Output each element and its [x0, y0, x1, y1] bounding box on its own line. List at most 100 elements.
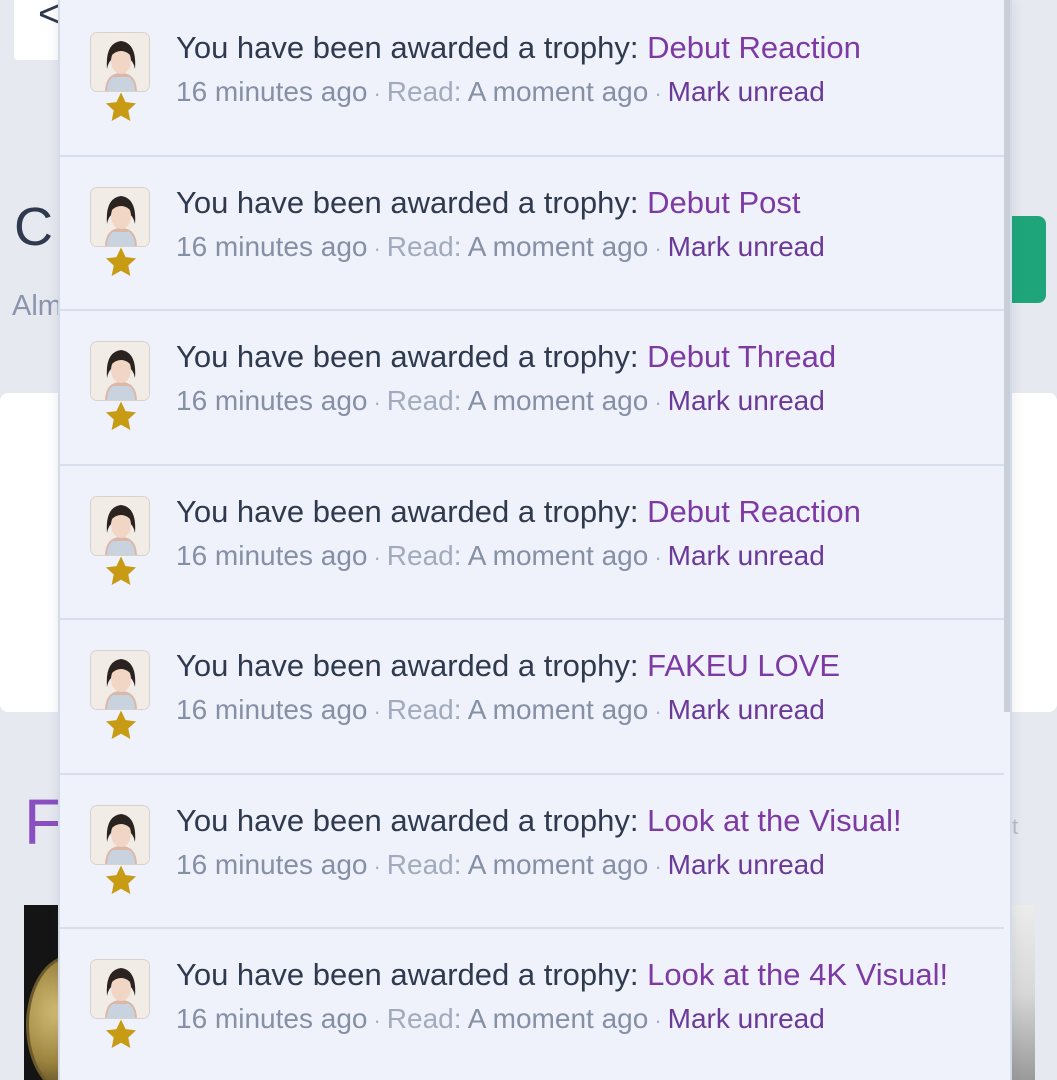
- notification-item[interactable]: You have been awarded a trophy: Look at …: [60, 775, 1004, 929]
- notification-meta: 16 minutes ago · Read: A moment ago · Mark u…: [176, 229, 825, 267]
- notification-meta: 16 minutes ago · Read: A moment ago · Mark u…: [176, 1001, 825, 1039]
- notification-time: 16 minutes ago: [176, 230, 368, 262]
- avatar-group: [90, 32, 152, 121]
- trophy-link[interactable]: Debut Thread: [647, 339, 836, 374]
- avatar-portrait-icon: [91, 33, 149, 91]
- read-time: A moment ago: [467, 385, 649, 416]
- notification-item[interactable]: You have been awarded a trophy: Debut Re…: [60, 2, 1004, 157]
- read-label: Read:: [386, 1003, 462, 1034]
- separator: ·: [654, 235, 662, 261]
- trophy-star-icon: [105, 555, 137, 585]
- trophy-link[interactable]: Debut Reaction: [647, 30, 861, 65]
- user-avatar[interactable]: [90, 804, 150, 865]
- notification-item[interactable]: You have been awarded a trophy: Debut Po…: [60, 157, 1004, 311]
- notification-list: You have been awarded a trophy: Debut Re…: [60, 2, 1004, 1080]
- notification-item[interactable]: You have been awarded a trophy: FAKEU LO…: [60, 620, 1004, 775]
- mark-unread-link[interactable]: Mark unread: [668, 694, 825, 725]
- notification-text: You have been awarded a trophy: FAKEU LO…: [176, 648, 840, 684]
- mark-unread-link[interactable]: Mark unread: [668, 849, 825, 880]
- avatar-portrait-icon: [91, 496, 149, 555]
- avatar-group: [90, 804, 152, 894]
- trophy-star-icon: [105, 710, 137, 739]
- page-subtitle-fragment: Alm: [12, 292, 62, 321]
- read-label: Read:: [386, 230, 462, 262]
- trophy-link[interactable]: Look at the Visual!: [647, 803, 902, 838]
- notification-text: You have been awarded a trophy: Debut Re…: [176, 30, 861, 66]
- notification-text: You have been awarded a trophy: Look at …: [176, 803, 902, 839]
- avatar-portrait-icon: [91, 805, 149, 864]
- trophy-star-icon: [105, 1019, 137, 1048]
- avatar-group: [90, 341, 152, 430]
- user-avatar[interactable]: [90, 341, 150, 401]
- trophy-star-icon: [105, 92, 137, 121]
- mark-unread-link[interactable]: Mark unread: [668, 231, 825, 262]
- trophy-link[interactable]: Look at the 4K Visual!: [647, 957, 948, 992]
- read-label: Read:: [386, 385, 462, 416]
- read-label: Read:: [386, 848, 462, 880]
- notification-text: You have been awarded a trophy: Debut Re…: [176, 494, 861, 530]
- read-label: Read:: [386, 539, 462, 571]
- read-time: A moment ago: [467, 539, 649, 571]
- separator: ·: [373, 81, 381, 106]
- separator: ·: [654, 544, 662, 570]
- thumbnail-image-right[interactable]: [1012, 905, 1035, 1080]
- notification-message: You have been awarded a trophy:: [176, 802, 639, 838]
- read-time: A moment ago: [467, 76, 649, 107]
- separator: ·: [373, 390, 381, 415]
- separator: ·: [654, 81, 662, 106]
- user-avatar[interactable]: [90, 495, 150, 556]
- read-time: A moment ago: [467, 230, 649, 262]
- mark-unread-link[interactable]: Mark unread: [668, 1003, 825, 1034]
- notification-message: You have been awarded a trophy:: [176, 30, 639, 65]
- notification-item[interactable]: You have been awarded a trophy: Debut Re…: [60, 466, 1004, 620]
- user-avatar[interactable]: [90, 650, 150, 710]
- trophy-link[interactable]: Debut Reaction: [647, 494, 861, 529]
- notification-time: 16 minutes ago: [176, 539, 368, 571]
- notification-meta: 16 minutes ago · Read: A moment ago · Mark u…: [176, 692, 825, 730]
- trophy-star-icon: [105, 401, 137, 430]
- separator: ·: [373, 235, 381, 261]
- read-label: Read:: [386, 76, 462, 107]
- notification-time: 16 minutes ago: [176, 848, 368, 880]
- mark-unread-link[interactable]: Mark unread: [668, 540, 825, 571]
- separator: ·: [373, 699, 381, 724]
- trophy-link[interactable]: FAKEU LOVE: [647, 648, 840, 683]
- trophy-link[interactable]: Debut Post: [647, 185, 800, 220]
- notification-text: You have been awarded a trophy: Debut Po…: [176, 185, 801, 221]
- notification-item[interactable]: You have been awarded a trophy: Debut Th…: [60, 311, 1004, 466]
- page-heading-fragment: C: [14, 197, 53, 257]
- read-time: A moment ago: [467, 694, 649, 725]
- user-avatar[interactable]: [90, 959, 150, 1019]
- separator: ·: [654, 1008, 662, 1033]
- notification-time: 16 minutes ago: [176, 76, 368, 107]
- separator: ·: [373, 544, 381, 570]
- notification-time: 16 minutes ago: [176, 694, 368, 725]
- popup-scrollbar[interactable]: [1004, 0, 1010, 712]
- notification-message: You have been awarded a trophy:: [176, 493, 639, 529]
- read-time: A moment ago: [467, 848, 649, 880]
- notification-meta: 16 minutes ago · Read: A moment ago · Mark u…: [176, 74, 825, 112]
- trophy-star-icon: [105, 246, 137, 276]
- avatar-portrait-icon: [91, 651, 149, 709]
- avatar-group: [90, 186, 152, 276]
- notification-meta: 16 minutes ago · Read: A moment ago · Mark u…: [176, 383, 825, 421]
- notification-text: You have been awarded a trophy: Debut Th…: [176, 339, 836, 375]
- notification-time: 16 minutes ago: [176, 1003, 368, 1034]
- notification-message: You have been awarded a trophy:: [176, 339, 639, 374]
- separator: ·: [654, 390, 662, 415]
- mark-unread-link[interactable]: Mark unread: [668, 385, 825, 416]
- read-time: A moment ago: [467, 1003, 649, 1034]
- avatar-group: [90, 959, 152, 1048]
- notification-message: You have been awarded a trophy:: [176, 184, 639, 220]
- user-avatar[interactable]: [90, 186, 150, 247]
- avatar-group: [90, 650, 152, 739]
- notification-text: You have been awarded a trophy: Look at …: [176, 957, 948, 993]
- mark-unread-link[interactable]: Mark unread: [668, 76, 825, 107]
- trophy-star-icon: [105, 864, 137, 894]
- separator: ·: [373, 1008, 381, 1033]
- user-avatar[interactable]: [90, 32, 150, 92]
- notification-message: You have been awarded a trophy:: [176, 957, 639, 992]
- notification-item[interactable]: You have been awarded a trophy: Look at …: [60, 929, 1004, 1080]
- notification-time: 16 minutes ago: [176, 385, 368, 416]
- avatar-portrait-icon: [91, 342, 149, 400]
